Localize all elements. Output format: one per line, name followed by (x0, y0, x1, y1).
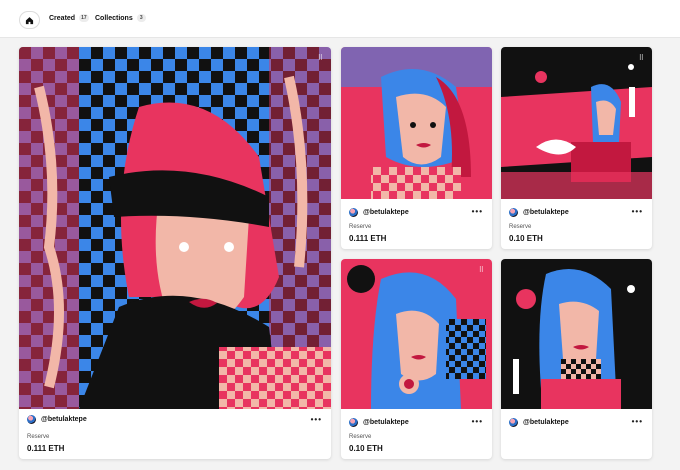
more-options-button[interactable]: ••• (472, 207, 483, 216)
card-footer: @betulaktepe ••• Reserve 0.111 ETH (19, 409, 331, 459)
avatar (349, 418, 358, 427)
creator-link[interactable]: @betulaktepe (509, 208, 569, 217)
artwork-image[interactable] (341, 259, 492, 409)
drag-handle-icon[interactable]: ⠿ (316, 55, 324, 63)
artwork-card[interactable]: @betulaktepe ••• Reserve 0.111 ETH (341, 47, 492, 249)
avatar (509, 418, 518, 427)
artwork-image[interactable] (501, 259, 652, 409)
price: 0.111 ETH (349, 234, 387, 243)
artwork-card[interactable]: @betulaktepe ••• (501, 259, 652, 459)
artwork-card[interactable]: ⠿ @betulaktepe ••• Reserve 0.10 ETH (341, 259, 492, 459)
tab-collections[interactable]: Collections 3 (95, 14, 146, 22)
home-icon (25, 16, 34, 24)
artwork-card[interactable]: ⠿ @betulaktepe ••• Reserve 0.10 ETH (501, 47, 652, 249)
price: 0.111 ETH (27, 444, 65, 453)
more-options-button[interactable]: ••• (632, 417, 643, 426)
avatar (509, 208, 518, 217)
artwork-image[interactable] (341, 47, 492, 199)
tab-collections-label: Collections (95, 14, 133, 22)
card-footer: @betulaktepe ••• Reserve 0.10 ETH (501, 199, 652, 249)
tab-created[interactable]: Created 17 (49, 14, 89, 22)
tab-collections-count: 3 (136, 14, 146, 22)
creator-handle: @betulaktepe (523, 419, 569, 426)
reserve-label: Reserve (349, 224, 372, 230)
creator-link[interactable]: @betulaktepe (509, 418, 569, 427)
avatar (349, 208, 358, 217)
more-options-button[interactable]: ••• (311, 415, 322, 424)
creator-handle: @betulaktepe (363, 419, 409, 426)
tab-created-count: 17 (79, 14, 89, 22)
tab-created-label: Created (49, 14, 76, 22)
home-button[interactable] (19, 11, 40, 29)
creator-handle: @betulaktepe (41, 416, 87, 423)
creator-link[interactable]: @betulaktepe (349, 418, 409, 427)
top-nav: Created 17 Collections 3 (0, 0, 680, 38)
price: 0.10 ETH (509, 234, 543, 243)
drag-handle-icon[interactable]: ⠿ (477, 267, 485, 275)
more-options-button[interactable]: ••• (472, 417, 483, 426)
reserve-label: Reserve (509, 224, 532, 230)
creator-link[interactable]: @betulaktepe (27, 415, 87, 424)
drag-handle-icon[interactable]: ⠿ (637, 55, 645, 63)
reserve-label: Reserve (27, 434, 50, 440)
artwork-image[interactable] (501, 47, 652, 199)
creator-handle: @betulaktepe (363, 209, 409, 216)
artwork-card[interactable]: ⠿ @betulaktepe ••• Reserve 0.111 ETH (19, 47, 331, 459)
creator-link[interactable]: @betulaktepe (349, 208, 409, 217)
artwork-image[interactable] (19, 47, 331, 409)
price: 0.10 ETH (349, 444, 383, 453)
reserve-label: Reserve (349, 434, 372, 440)
card-footer: @betulaktepe ••• Reserve 0.111 ETH (341, 199, 492, 249)
card-footer: @betulaktepe ••• Reserve 0.10 ETH (341, 409, 492, 459)
avatar (27, 415, 36, 424)
creator-handle: @betulaktepe (523, 209, 569, 216)
more-options-button[interactable]: ••• (632, 207, 643, 216)
card-footer: @betulaktepe ••• (501, 409, 652, 459)
